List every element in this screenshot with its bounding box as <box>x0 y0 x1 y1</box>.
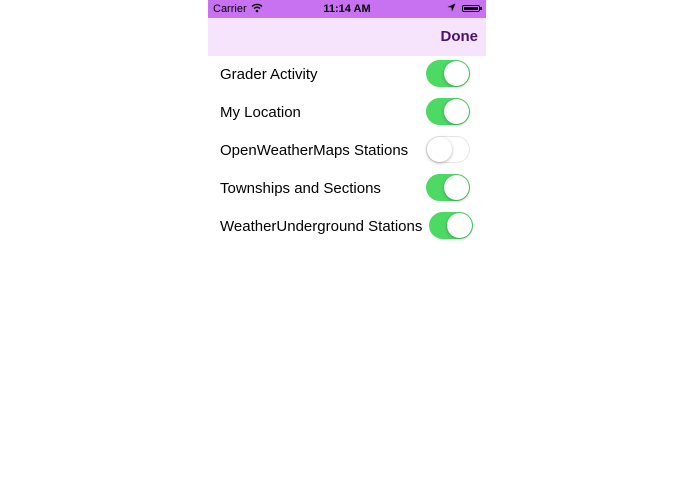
layer-label: WeatherUnderground Stations <box>220 218 423 235</box>
nav-bar: Done <box>208 18 486 56</box>
status-time: 11:14 AM <box>323 3 371 15</box>
settings-screen: Carrier 11:14 AM Done Grader Activity My… <box>208 0 486 494</box>
done-button[interactable]: Done <box>441 28 479 45</box>
layer-row-my-location: My Location <box>208 94 486 132</box>
layer-row-weatherunderground-stations: WeatherUnderground Stations <box>208 208 486 246</box>
location-arrow-icon <box>447 3 456 15</box>
toggle-knob <box>447 213 472 238</box>
layer-label: My Location <box>220 104 301 121</box>
battery-icon <box>462 5 482 12</box>
status-bar: Carrier 11:14 AM <box>208 0 486 18</box>
my-location-toggle[interactable] <box>426 98 470 125</box>
layer-label: Grader Activity <box>220 66 318 83</box>
toggle-knob <box>444 175 469 200</box>
layer-list: Grader Activity My Location OpenWeatherM… <box>208 56 486 246</box>
layer-label: OpenWeatherMaps Stations <box>220 142 409 159</box>
layer-row-townships-and-sections: Townships and Sections <box>208 170 486 208</box>
toggle-knob <box>427 137 452 162</box>
toggle-knob <box>444 99 469 124</box>
townships-and-sections-toggle[interactable] <box>426 174 470 201</box>
grader-activity-toggle[interactable] <box>426 60 470 87</box>
layer-label: Townships and Sections <box>220 180 381 197</box>
weatherunderground-stations-toggle[interactable] <box>429 212 473 239</box>
layer-row-openweathermaps-stations: OpenWeatherMaps Stations <box>208 132 486 170</box>
layer-row-grader-activity: Grader Activity <box>208 56 486 94</box>
toggle-knob <box>444 61 469 86</box>
openweathermaps-stations-toggle[interactable] <box>426 136 470 163</box>
